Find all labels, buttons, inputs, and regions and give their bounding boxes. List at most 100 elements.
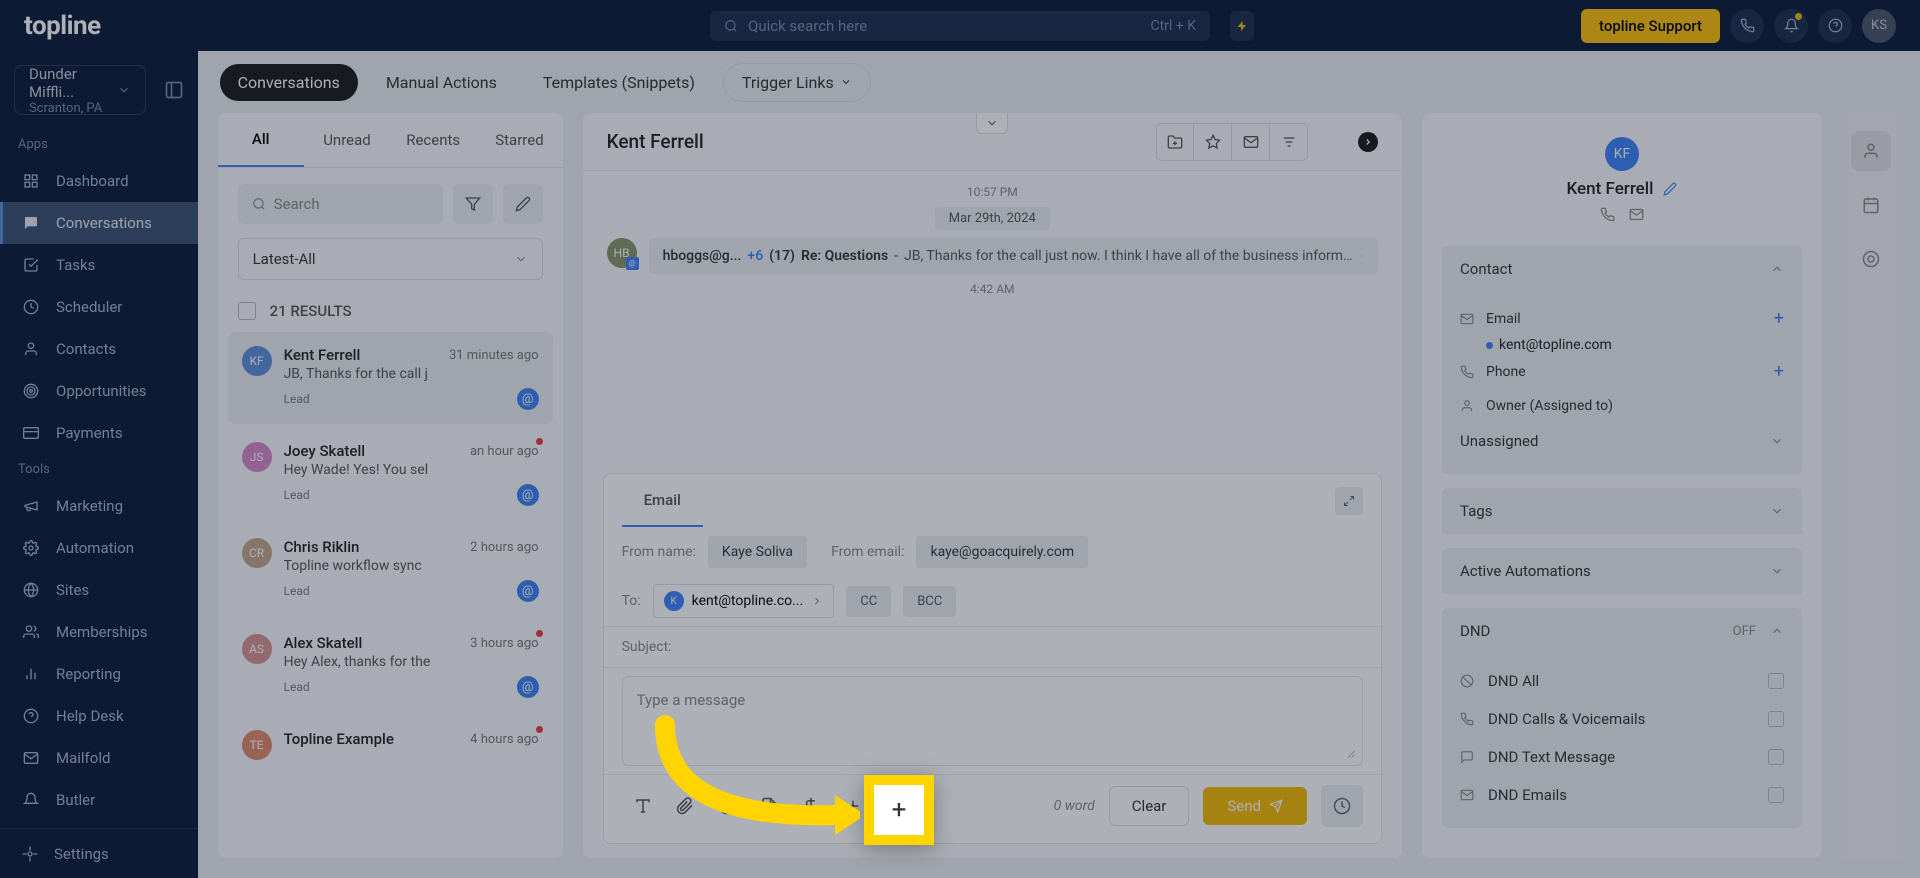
tags-section-header[interactable]: Tags (1442, 488, 1802, 534)
sidebar-item-label: Settings (54, 845, 109, 863)
dnd-checkbox[interactable] (1768, 749, 1784, 765)
dnd-checkbox[interactable] (1768, 787, 1784, 803)
sidebar-item-scheduler[interactable]: Scheduler (0, 286, 198, 328)
mail-icon[interactable] (1629, 207, 1644, 222)
search-shortcut: Ctrl + K (1150, 18, 1196, 34)
conv-avatar: KF (242, 346, 272, 376)
dnd-label: DND Calls & Voicemails (1488, 710, 1645, 728)
conv-search[interactable]: Search (238, 184, 443, 224)
conv-tab-recents[interactable]: Recents (390, 113, 476, 167)
add-phone-button[interactable]: + (1774, 361, 1784, 382)
compose-button[interactable] (503, 184, 543, 224)
sidebar-item-label: Scheduler (56, 298, 122, 316)
tab-trigger-links[interactable]: Trigger Links (723, 63, 871, 102)
folder-button[interactable] (1156, 123, 1194, 161)
sidebar-item-marketing[interactable]: Marketing (0, 485, 198, 527)
expand-button[interactable] (1335, 487, 1363, 515)
sidebar-item-helpdesk[interactable]: Help Desk (0, 695, 198, 737)
bcc-button[interactable]: BCC (903, 586, 956, 617)
account-selector[interactable]: Dunder Miffli... Scranton, PA (14, 65, 146, 115)
sidebar-item-dashboard[interactable]: Dashboard (0, 160, 198, 202)
phone-button[interactable] (1730, 9, 1764, 43)
sidebar-item-conversations[interactable]: Conversations (0, 202, 198, 244)
phone-icon[interactable] (1600, 207, 1615, 222)
message-row[interactable]: HB @ hboggs@g... +6 (17) Re: Questions -… (607, 238, 1378, 274)
tab-templates[interactable]: Templates (Snippets) (525, 64, 713, 101)
support-button[interactable]: topline Support (1581, 9, 1720, 43)
sidebar-item-payments[interactable]: Payments (0, 412, 198, 454)
panel-icon[interactable] (164, 80, 184, 100)
conv-time: 2 hours ago (470, 540, 538, 555)
rail-contact-button[interactable] (1851, 131, 1891, 171)
main-tabs: Conversations Manual Actions Templates (… (198, 51, 1920, 113)
from-email-value[interactable]: kaye@goacquirely.com (916, 536, 1088, 568)
tab-manual-actions[interactable]: Manual Actions (368, 64, 515, 101)
sidebar-item-sites[interactable]: Sites (0, 569, 198, 611)
mark-read-button[interactable] (1232, 123, 1270, 161)
send-button[interactable]: Send (1203, 787, 1307, 825)
conversation-item[interactable]: CR Chris Riklin 2 hours ago Topline work… (228, 524, 553, 616)
edit-icon[interactable] (1663, 182, 1677, 196)
conv-tab-starred[interactable]: Starred (476, 113, 562, 167)
date-chip: Mar 29th, 2024 (935, 207, 1050, 230)
schedule-button[interactable] (1321, 785, 1363, 827)
clear-button[interactable]: Clear (1109, 786, 1190, 826)
conversation-item[interactable]: KF Kent Ferrell 31 minutes ago JB, Thank… (228, 332, 553, 424)
rail-opportunity-button[interactable] (1851, 239, 1891, 279)
help-button[interactable] (1818, 9, 1852, 43)
to-chip[interactable]: K kent@topline.co... (653, 584, 835, 618)
automations-section-header[interactable]: Active Automations (1442, 548, 1802, 594)
sidebar-item-opportunities[interactable]: Opportunities (0, 370, 198, 412)
dnd-checkbox[interactable] (1768, 673, 1784, 689)
sidebar-item-label: Butler (56, 791, 95, 809)
tab-conversations[interactable]: Conversations (220, 64, 358, 101)
dnd-option[interactable]: DND Text Message (1460, 738, 1784, 776)
more-icon[interactable] (1360, 248, 1364, 264)
filter-thread-button[interactable] (1270, 123, 1308, 161)
highlighted-add-button[interactable]: + (864, 775, 934, 845)
sidebar-item-tasks[interactable]: Tasks (0, 244, 198, 286)
filter-button[interactable] (453, 184, 493, 224)
global-search[interactable]: Quick search here Ctrl + K (710, 11, 1210, 41)
sidebar-item-settings[interactable]: Settings (0, 828, 198, 878)
conv-tab-unread[interactable]: Unread (304, 113, 390, 167)
bolt-icon[interactable] (1230, 11, 1254, 41)
dnd-option[interactable]: DND Calls & Voicemails (1460, 700, 1784, 738)
conversation-item[interactable]: AS Alex Skatell 3 hours ago Hey Alex, th… (228, 620, 553, 712)
conversation-item[interactable]: TE Topline Example 4 hours ago (228, 716, 553, 774)
dnd-section-header[interactable]: DND OFF (1442, 608, 1802, 654)
sidebar-item-contacts[interactable]: Contacts (0, 328, 198, 370)
next-button[interactable] (1358, 132, 1378, 152)
dnd-checkbox[interactable] (1768, 711, 1784, 727)
notification-dot-icon (1795, 13, 1802, 20)
conv-name: Kent Ferrell (284, 346, 361, 364)
sidebar-item-automation[interactable]: Automation (0, 527, 198, 569)
dnd-option[interactable]: DND All (1460, 662, 1784, 700)
dnd-option[interactable]: DND Emails (1460, 776, 1784, 814)
conv-tab-all[interactable]: All (218, 113, 304, 167)
user-avatar[interactable]: KS (1862, 9, 1896, 43)
account-location: Scranton, PA (29, 101, 117, 116)
sidebar-item-reporting[interactable]: Reporting (0, 653, 198, 695)
from-name-value[interactable]: Kaye Soliva (708, 536, 807, 568)
resize-icon[interactable] (1344, 747, 1356, 759)
contact-section-header[interactable]: Contact (1442, 246, 1802, 292)
conv-preview: Hey Wade! Yes! You sel (284, 462, 539, 478)
thread-collapse-button[interactable] (976, 113, 1008, 134)
sidebar-item-memberships[interactable]: Memberships (0, 611, 198, 653)
sidebar-item-mailfold[interactable]: Mailfold (0, 737, 198, 779)
card-icon (22, 425, 40, 441)
select-all-checkbox[interactable] (238, 302, 256, 320)
rail-calendar-button[interactable] (1851, 185, 1891, 225)
msg-count: (17) (769, 248, 795, 264)
cc-button[interactable]: CC (846, 586, 891, 617)
add-email-button[interactable]: + (1774, 308, 1784, 329)
star-button[interactable] (1194, 123, 1232, 161)
conversation-item[interactable]: JS Joey Skatell an hour ago Hey Wade! Ye… (228, 428, 553, 520)
tab-label: Trigger Links (742, 73, 834, 92)
composer-tab-email[interactable]: Email (622, 475, 703, 527)
owner-select[interactable]: Unassigned (1460, 422, 1784, 460)
notifications-button[interactable] (1774, 9, 1808, 43)
sort-select[interactable]: Latest-All (238, 238, 543, 280)
sidebar-item-butler[interactable]: Butler (0, 779, 198, 821)
